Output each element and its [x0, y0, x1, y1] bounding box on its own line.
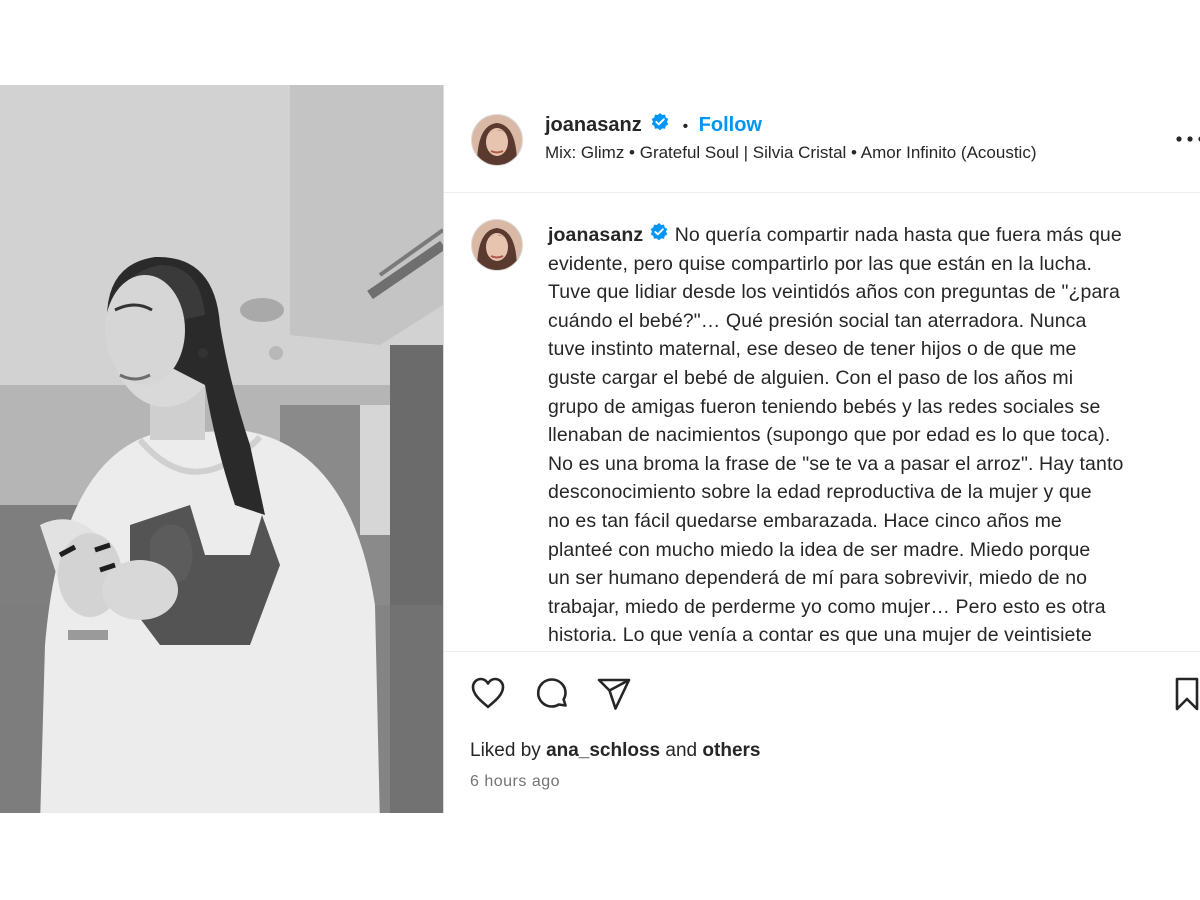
- caption-line: trabajar, miedo de perderme yo como muje…: [548, 595, 1106, 618]
- header-title-row: joanasanz • Follow: [545, 111, 762, 139]
- caption-line: desconocimiento sobre la edad reproducti…: [548, 481, 1092, 504]
- likes-conjunction: and: [665, 740, 698, 761]
- post-header: joanasanz • Follow Mix: Glimz • Grateful…: [444, 85, 1200, 193]
- post-actions: Liked by ana_schloss and others 6 hours …: [444, 651, 1200, 814]
- caption-line: Tuve que lidiar desde los veintidós años…: [548, 281, 1120, 304]
- author-username[interactable]: joanasanz: [545, 114, 642, 136]
- instagram-post: joanasanz • Follow Mix: Glimz • Grateful…: [0, 85, 1200, 813]
- caption-line: planteé con mucho miedo la idea de ser m…: [548, 538, 1091, 561]
- caption-line-text: No quería compartir nada hasta que fuera…: [674, 224, 1122, 246]
- caption-line: grupo de amigas fueron teniendo bebés y …: [548, 395, 1101, 418]
- comment-icon[interactable]: [534, 676, 570, 717]
- more-options-icon[interactable]: [1175, 131, 1200, 142]
- caption-author-avatar[interactable]: [471, 219, 523, 271]
- caption-username[interactable]: joanasanz: [548, 224, 643, 246]
- likes-summary: Liked by ana_schloss and others: [470, 740, 760, 762]
- caption-line: tuve instinto maternal, ese deseo de ten…: [548, 338, 1077, 361]
- author-avatar[interactable]: [471, 114, 523, 166]
- heart-icon[interactable]: [470, 676, 506, 715]
- send-icon[interactable]: [596, 676, 632, 717]
- caption-text: joanasanz No quería compartir nada hasta…: [548, 221, 1198, 650]
- caption-line: joanasanz No quería compartir nada hasta…: [548, 221, 1198, 250]
- separator-dot: •: [682, 118, 689, 135]
- post-photo[interactable]: [0, 85, 443, 813]
- caption-line: llenaban de nacimientos (supongo que por…: [548, 424, 1111, 447]
- caption-line: historia. Lo que venía a contar es que u…: [548, 624, 1092, 647]
- likes-others-link[interactable]: others: [702, 740, 760, 761]
- likes-prefix: Liked by: [470, 740, 541, 761]
- follow-button[interactable]: Follow: [699, 114, 762, 136]
- caption-line: evidente, pero quise compartirlo por las…: [548, 252, 1092, 275]
- post-caption: joanasanz No quería compartir nada hasta…: [444, 193, 1200, 651]
- caption-line: No es una broma la frase de "se te va a …: [548, 452, 1124, 475]
- verified-badge-icon: [649, 222, 669, 251]
- post-timestamp[interactable]: 6 hours ago: [470, 773, 560, 791]
- caption-line: un ser humano dependerá de mí para sobre…: [548, 567, 1088, 590]
- post-side-panel: joanasanz • Follow Mix: Glimz • Grateful…: [444, 85, 1200, 813]
- audio-info[interactable]: Mix: Glimz • Grateful Soul | Silvia Cris…: [545, 143, 1037, 163]
- liked-by-user-link[interactable]: ana_schloss: [546, 740, 660, 761]
- caption-line: guste cargar el bebé de alguien. Con el …: [548, 366, 1074, 389]
- verified-badge-icon: [650, 112, 670, 142]
- caption-line: no es tan fácil quedarse embarazada. Hac…: [548, 509, 1062, 532]
- caption-line: cuándo el bebé?"… Qué presión social tan…: [548, 309, 1087, 332]
- bookmark-icon[interactable]: [1174, 676, 1200, 717]
